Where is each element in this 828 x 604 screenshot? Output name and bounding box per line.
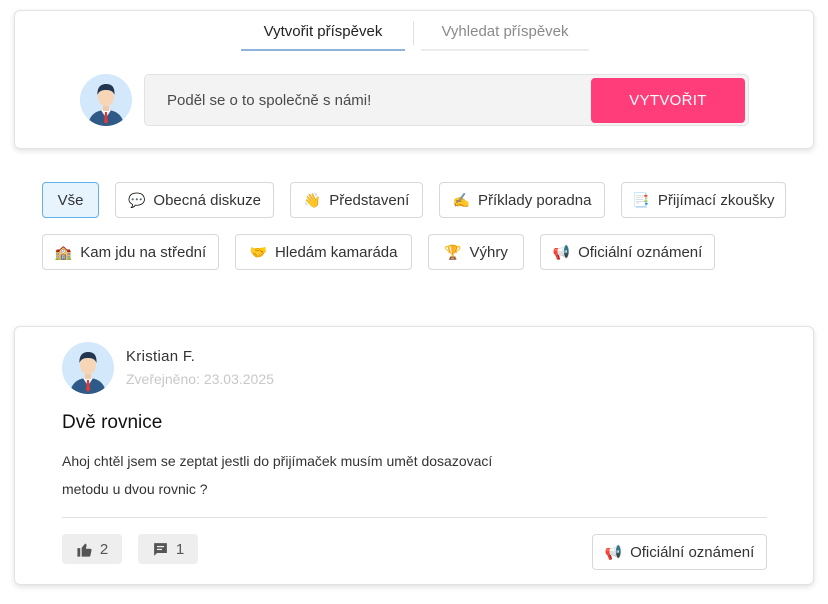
like-count: 2 xyxy=(99,540,109,558)
filter-chip-label: Oficiální oznámení xyxy=(578,243,703,261)
tab-divider xyxy=(413,21,414,45)
like-button[interactable]: 2 xyxy=(62,534,122,564)
filter-chip-high-school[interactable]: 🏫 Kam jdu na střední xyxy=(42,234,219,270)
filter-chip-introductions[interactable]: 👋 Představení xyxy=(290,182,423,218)
megaphone-icon: 📢 xyxy=(604,543,623,560)
filter-chip-label: Vše xyxy=(57,191,84,209)
post-input[interactable] xyxy=(155,83,575,117)
post-category-badge[interactable]: 📢 Oficiální oznámení xyxy=(592,534,767,570)
trophy-icon: 🏆 xyxy=(444,243,462,260)
handshake-icon: 🤝 xyxy=(249,243,267,260)
person-icon xyxy=(80,74,132,126)
comment-count: 1 xyxy=(175,540,185,558)
author-avatar xyxy=(62,342,114,394)
filter-chip-label: Představení xyxy=(329,191,410,209)
post-body-line: metodu u dvou rovnic ? xyxy=(62,481,208,497)
comment-button[interactable]: 1 xyxy=(138,534,198,564)
post-input-container: VYTVOŘIT xyxy=(144,74,749,126)
post-body-line: Ahoj chtěl jsem se zeptat jestli do přij… xyxy=(62,453,493,469)
school-icon: 🏫 xyxy=(54,243,73,260)
filter-chip-examples-advice[interactable]: ✍️ Příklady poradna xyxy=(439,182,605,218)
filter-chip-label: Přijímací zkoušky xyxy=(657,191,775,209)
person-icon xyxy=(62,342,114,394)
speech-bubble-icon: 💬 xyxy=(127,191,146,208)
post-divider xyxy=(62,517,767,518)
post-composer-card: Vytvořit příspěvek Vyhledat příspěvek VY… xyxy=(14,10,814,149)
tab-create-post[interactable]: Vytvořit příspěvek xyxy=(241,23,405,51)
waving-hand-icon: 👋 xyxy=(303,191,322,208)
post-body: Ahoj chtěl jsem se zeptat jestli do přij… xyxy=(62,447,532,503)
tab-search-post[interactable]: Vyhledat příspěvek xyxy=(421,23,589,51)
document-icon: 📑 xyxy=(632,191,650,208)
post-card[interactable]: Kristian F. Zveřejněno: 23.03.2025 Dvě r… xyxy=(14,326,814,585)
filter-chip-label: Kam jdu na střední xyxy=(80,243,207,261)
filter-chip-label: Hledám kamaráda xyxy=(274,243,398,261)
post-title: Dvě rovnice xyxy=(62,412,163,433)
filter-chip-looking-for-friend[interactable]: 🤝 Hledám kamaráda xyxy=(235,234,412,270)
user-avatar xyxy=(80,74,132,126)
filter-chip-label: Výhry xyxy=(469,243,508,261)
writing-hand-icon: ✍️ xyxy=(452,191,471,208)
thumbs-up-icon xyxy=(77,543,92,557)
filter-chip-label: Obecná diskuze xyxy=(153,191,261,209)
filter-chip-label: Příklady poradna xyxy=(478,191,592,209)
filter-chip-entrance-exams[interactable]: 📑 Přijímací zkoušky xyxy=(621,182,786,218)
megaphone-icon: 📢 xyxy=(552,243,571,260)
filter-chip-all[interactable]: Vše xyxy=(42,182,99,218)
post-author: Kristian F. xyxy=(126,348,196,365)
filter-chip-official-announcements[interactable]: 📢 Oficiální oznámení xyxy=(540,234,715,270)
post-category-label: Oficiální oznámení xyxy=(630,543,755,561)
post-date: Zveřejněno: 23.03.2025 xyxy=(126,371,274,387)
filter-chip-general-discussion[interactable]: 💬 Obecná diskuze xyxy=(115,182,274,218)
comment-icon xyxy=(153,542,167,556)
filter-chip-prizes[interactable]: 🏆 Výhry xyxy=(428,234,524,270)
create-post-button[interactable]: VYTVOŘIT xyxy=(591,78,745,123)
